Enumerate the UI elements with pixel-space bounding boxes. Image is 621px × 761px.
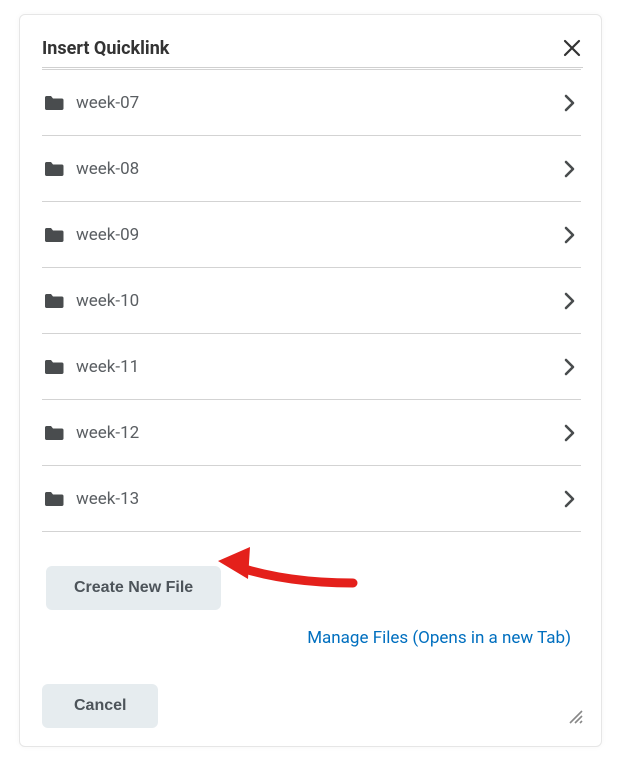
chevron-right-icon xyxy=(564,358,575,376)
close-icon xyxy=(563,39,581,57)
folder-name: week-11 xyxy=(76,357,139,377)
close-button[interactable] xyxy=(561,37,583,59)
folder-row-left: week-08 xyxy=(44,159,139,179)
dialog-title: Insert Quicklink xyxy=(42,38,169,59)
folder-row[interactable]: week-11 xyxy=(42,334,581,400)
manage-files-link[interactable]: Manage Files (Opens in a new Tab) xyxy=(307,628,571,648)
create-new-file-button[interactable]: Create New File xyxy=(46,566,221,610)
cancel-button[interactable]: Cancel xyxy=(42,684,158,728)
resize-handle-icon[interactable] xyxy=(567,708,583,728)
folder-name: week-08 xyxy=(76,159,139,179)
actions-block: Create New File Manage Files (Opens in a … xyxy=(42,532,581,666)
folder-row-left: week-09 xyxy=(44,225,139,245)
folder-row[interactable]: week-08 xyxy=(42,136,581,202)
folder-row-left: week-10 xyxy=(44,291,139,311)
folder-name: week-07 xyxy=(76,93,139,113)
folder-row[interactable]: week-13 xyxy=(42,466,581,532)
chevron-right-icon xyxy=(564,94,575,112)
folder-row[interactable]: week-10 xyxy=(42,268,581,334)
chevron-right-icon xyxy=(564,292,575,310)
folder-icon xyxy=(44,491,64,507)
folder-name: week-09 xyxy=(76,225,139,245)
folder-name: week-13 xyxy=(76,489,139,509)
manage-files-link-wrap: Manage Files (Opens in a new Tab) xyxy=(46,628,577,648)
chevron-right-icon xyxy=(564,160,575,178)
chevron-right-icon xyxy=(564,424,575,442)
folder-row[interactable]: week-12 xyxy=(42,400,581,466)
dialog-header: Insert Quicklink xyxy=(42,37,583,59)
chevron-right-icon xyxy=(564,226,575,244)
folder-row[interactable]: week-07 xyxy=(42,70,581,136)
dialog-footer: Cancel xyxy=(42,684,583,728)
folder-icon xyxy=(44,227,64,243)
folder-name: week-12 xyxy=(76,423,139,443)
folder-icon xyxy=(44,161,64,177)
folder-icon xyxy=(44,425,64,441)
folder-row-left: week-12 xyxy=(44,423,139,443)
folder-list-scroll[interactable]: week-06week-07week-08week-09week-10week-… xyxy=(42,67,583,666)
folder-row[interactable]: week-09 xyxy=(42,202,581,268)
chevron-right-icon xyxy=(564,490,575,508)
folder-name: week-10 xyxy=(76,291,139,311)
folder-icon xyxy=(44,95,64,111)
folder-row-left: week-11 xyxy=(44,357,139,377)
folder-icon xyxy=(44,359,64,375)
insert-quicklink-dialog: Insert Quicklink week-06week-07week-08we… xyxy=(19,14,602,747)
folder-icon xyxy=(44,293,64,309)
folder-row-left: week-13 xyxy=(44,489,139,509)
folder-row-left: week-07 xyxy=(44,93,139,113)
